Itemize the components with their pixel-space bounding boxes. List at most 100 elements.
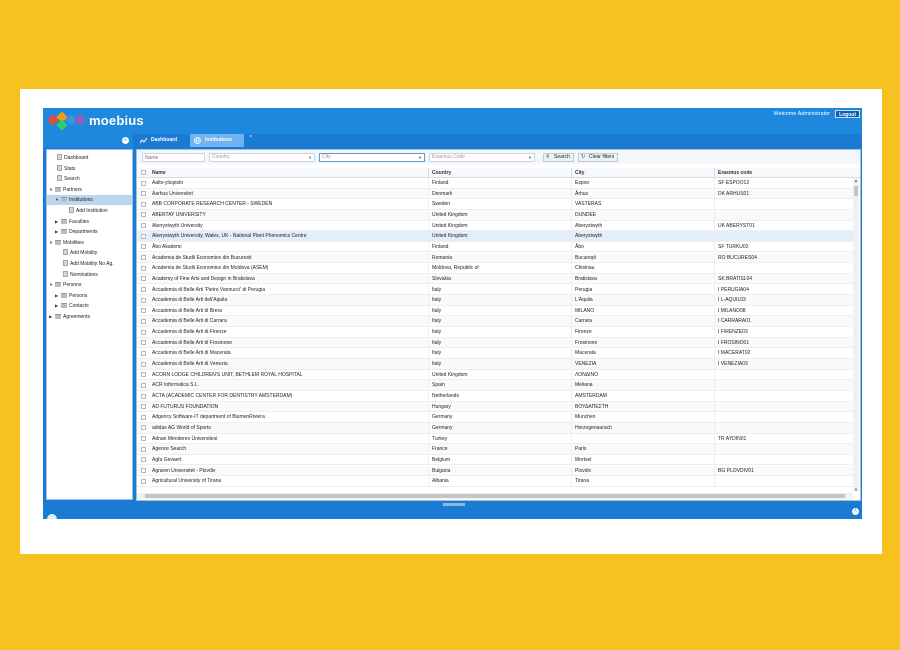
cell-erasmus-code: RO BUCURES04 (714, 252, 855, 263)
table-row[interactable]: AD FUTURUS FOUNDATION Hungary ΒΟΥΔΑΠΕΣΤΗ (137, 401, 855, 413)
sidebar-item-partners[interactable]: ▼ Partners (47, 185, 132, 195)
row-checkbox[interactable] (141, 287, 146, 292)
table-row[interactable]: Accademia di Belle Arti 'Pietro Vannucci… (137, 284, 855, 296)
sidebar-item-persons[interactable]: ▼ Persons (47, 280, 132, 290)
row-checkbox[interactable] (141, 468, 146, 474)
sidebar-item-stats[interactable]: Stats (47, 164, 132, 174)
table-row[interactable]: Agricultural University of Tirana Albania… (137, 476, 855, 487)
row-checkbox[interactable] (141, 478, 146, 484)
row-checkbox[interactable] (141, 201, 146, 207)
close-icon[interactable]: × (249, 131, 252, 144)
table-row[interactable]: Åbo Akademi Finland Åbo SF TURKU02 (137, 241, 855, 253)
table-row[interactable]: Aalto-yliopisto Finland Espoo SF ESPOO12 (137, 178, 855, 189)
table-row[interactable]: ABB CORPORATE RESEARCH CENTER - SWEDEN Sw… (137, 199, 855, 210)
tab-dashboard[interactable]: Dashboard × (136, 134, 196, 147)
vertical-scrollbar[interactable]: ▲ ▼ (853, 178, 859, 492)
table-row[interactable]: Accademia di Belle Arti di Carrara Italy C… (137, 316, 855, 328)
resize-grip[interactable] (443, 503, 465, 506)
sidebar-item-mobilities[interactable]: ▼ Mobilities (47, 238, 132, 248)
table-row[interactable]: Agence Search France Paris (137, 444, 855, 455)
table-row[interactable]: Agraren Universitet - Plovdiv Bulgaria Plo… (137, 465, 855, 477)
column-header-name[interactable]: Name (149, 168, 428, 178)
tab-institutions[interactable]: Institutions × (190, 134, 252, 147)
table-row[interactable]: ACORN LODGE CHILDREN'S UNIT, BETHLEM ROY… (137, 369, 855, 381)
column-header-city[interactable]: City (571, 168, 714, 178)
row-checkbox[interactable] (141, 340, 146, 346)
scroll-top-icon[interactable]: ˄ (852, 508, 859, 515)
row-checkbox[interactable] (141, 393, 146, 399)
sidebar-item-add-institution[interactable]: Add Institution (47, 206, 132, 216)
row-checkbox[interactable] (141, 308, 146, 314)
row-checkbox[interactable] (141, 457, 146, 463)
row-checkbox[interactable] (141, 276, 146, 282)
sidebar-item-dashboard[interactable]: Dashboard (47, 153, 132, 163)
table-row[interactable]: ACTA (ACADEMIC CENTER FOR DENTISTRY AMST… (137, 391, 855, 402)
column-header-country[interactable]: Country (428, 168, 571, 178)
sidebar-item-add-mobility[interactable]: Add Mobility (47, 248, 132, 258)
row-checkbox[interactable] (141, 244, 146, 250)
row-checkbox[interactable] (141, 436, 146, 442)
column-header-erasmus-code[interactable]: Erasmus code (714, 168, 855, 178)
row-checkbox[interactable] (141, 255, 146, 261)
table-row[interactable]: Academia de Studii Economice din Moldova… (137, 263, 855, 274)
table-row[interactable]: Accademia di Belle Arti dell'Aquila Italy… (137, 295, 855, 306)
sidebar-item-persons[interactable]: ▶ Persons (47, 291, 132, 301)
table-row[interactable]: Adnan Menderes Üniversitesi Turkey TR AYDI… (137, 433, 855, 445)
table-row[interactable]: Academia de Studii Economice din Bucures… (137, 252, 855, 264)
name-filter-input[interactable] (142, 153, 205, 162)
vertical-scroll-thumb[interactable] (854, 186, 858, 196)
select-all-checkbox[interactable] (141, 170, 146, 175)
table-row[interactable]: adidas AG World of Sports Germany Herzogen… (137, 422, 855, 434)
row-checkbox[interactable] (141, 372, 146, 378)
sidebar-item-nominations[interactable]: Nominations (47, 270, 132, 280)
search-button[interactable]: ⚲ Search (543, 153, 574, 162)
horizontal-scrollbar[interactable] (137, 493, 853, 499)
table-row[interactable]: Accademia di Belle Arti di Venezia Italy V… (137, 359, 855, 370)
row-checkbox[interactable] (141, 361, 146, 367)
table-row[interactable]: Accademia di Belle Arti di Macerata Italy… (137, 348, 855, 359)
row-checkbox[interactable] (141, 404, 146, 410)
table-row[interactable]: Agfa Gevaert Belgium Mortsel (137, 454, 855, 466)
sidebar-item-add-mobility-no-ag[interactable]: Add Mobility No Ag. (47, 259, 132, 269)
table-row[interactable]: Academy of Fine Arts and Design in Brati… (137, 273, 855, 285)
cell-country: Albania (428, 476, 571, 487)
table-row[interactable]: ACR Informatica S.L. Spain Meliana (137, 380, 855, 391)
row-checkbox[interactable] (141, 223, 146, 229)
row-checkbox[interactable] (141, 297, 146, 303)
scroll-up-icon[interactable]: ▲ (853, 178, 859, 183)
table-row[interactable]: Accademia di Belle Arti di Brera Italy MIL… (137, 305, 855, 317)
table-row[interactable]: Aberystwyth University United Kingdom Aber… (137, 220, 855, 232)
horizontal-scroll-thumb[interactable] (145, 494, 845, 498)
row-checkbox[interactable] (141, 414, 146, 420)
sidebar-item-institutions[interactable]: ▼ Institutions (47, 195, 132, 206)
table-row[interactable]: Accademia di Belle Arti di Firenze Italy F… (137, 327, 855, 338)
row-checkbox[interactable] (141, 382, 146, 388)
table-row[interactable]: Aarhus Universitet Denmark Århus DK ARHUS01 (137, 188, 855, 200)
table-row[interactable]: Aberystwyth University, Wales, UK - Nati… (137, 231, 855, 242)
collapse-sidebar-icon[interactable]: « (122, 137, 129, 144)
table-row[interactable]: ABERTAY UNIVERSITY United Kingdom DUNDEE (137, 209, 855, 221)
country-filter-select[interactable]: Country ▼ (209, 153, 315, 162)
row-checkbox[interactable] (141, 233, 146, 239)
sidebar-item-faculties[interactable]: ▶ Faculties (47, 217, 132, 227)
sidebar-item-agreements[interactable]: ▶ Agreements (47, 312, 132, 322)
row-checkbox[interactable] (141, 446, 146, 452)
sidebar-item-search[interactable]: Search (47, 174, 132, 184)
clear-filters-button[interactable]: ↻ Clear filters (578, 153, 619, 162)
table-row[interactable]: Accademia di Belle Arti di Frosinone Ital… (137, 337, 855, 349)
sidebar-item-departments[interactable]: ▶ Departments (47, 227, 132, 237)
row-checkbox[interactable] (141, 350, 146, 356)
row-checkbox[interactable] (141, 180, 146, 186)
row-checkbox[interactable] (141, 265, 146, 271)
table-row[interactable]: Adgency Software-IT department of Blumen… (137, 412, 855, 423)
row-checkbox[interactable] (141, 191, 146, 197)
row-checkbox[interactable] (141, 318, 146, 324)
logout-button[interactable]: Logout (835, 110, 860, 118)
row-checkbox[interactable] (141, 212, 146, 218)
city-filter-select[interactable]: City ▼ (319, 153, 425, 162)
scroll-down-icon[interactable]: ▼ (853, 487, 859, 492)
erasmus-code-filter-select[interactable]: Erasmus Code ▼ (429, 153, 535, 162)
row-checkbox[interactable] (141, 329, 146, 335)
row-checkbox[interactable] (141, 425, 146, 431)
sidebar-item-contacts[interactable]: ▶ Contacts (47, 301, 132, 311)
